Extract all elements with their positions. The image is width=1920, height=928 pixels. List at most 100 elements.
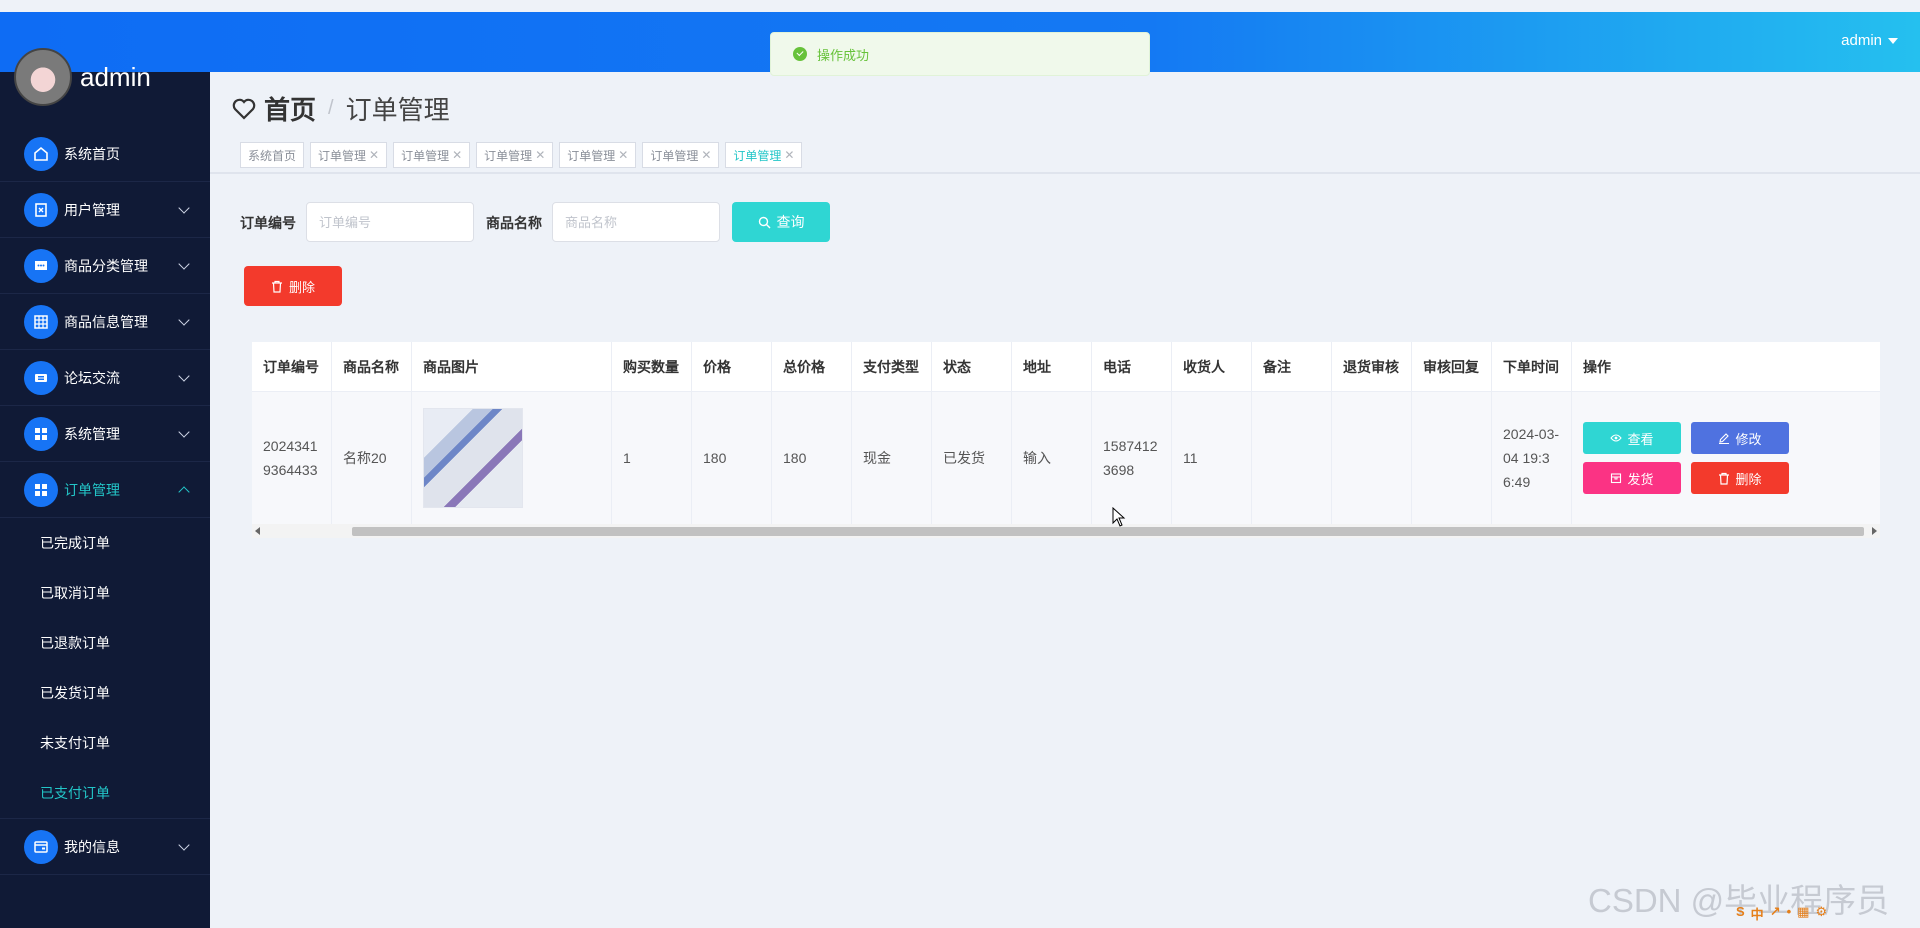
ime-settings-icon[interactable]: ⚙ xyxy=(1815,904,1827,924)
tag-label: 系统首页 xyxy=(248,148,297,163)
tag-orders[interactable]: 订单管理 ✕ xyxy=(310,142,388,168)
divider xyxy=(210,172,1920,174)
scroll-right-icon[interactable] xyxy=(1872,527,1877,535)
submenu-item-completed[interactable]: 已完成订单 xyxy=(0,518,210,568)
sidebar-item-category[interactable]: 商品分类管理 xyxy=(0,238,210,294)
submenu-item-paid[interactable]: 已支付订单 xyxy=(0,768,210,818)
ime-keyboard-icon[interactable]: ▦ xyxy=(1797,904,1809,924)
ship-label: 发货 xyxy=(1627,471,1654,487)
sidebar-item-home[interactable]: 系统首页 xyxy=(0,126,210,182)
close-icon[interactable]: ✕ xyxy=(535,148,545,162)
sidebar-item-label: 论坛交流 xyxy=(64,369,120,386)
cell-remark xyxy=(1252,392,1332,524)
breadcrumb-home[interactable]: 首页 xyxy=(264,90,316,127)
close-icon[interactable]: ✕ xyxy=(452,148,462,162)
sidebar-item-forum[interactable]: 论坛交流 xyxy=(0,350,210,406)
sidebar-item-label: 系统首页 xyxy=(64,145,120,162)
sidebar-item-products[interactable]: 商品信息管理 xyxy=(0,294,210,350)
home-icon xyxy=(24,136,58,171)
tag-orders[interactable]: 订单管理 ✕ xyxy=(476,142,554,168)
product-name-input[interactable] xyxy=(552,202,720,242)
apps-icon xyxy=(24,416,58,451)
ime-moon-icon[interactable]: ↗ xyxy=(1770,904,1781,924)
tag-orders[interactable]: 订单管理 ✕ xyxy=(393,142,471,168)
chevron-up-icon xyxy=(178,486,190,498)
sidebar-item-my-info[interactable]: 我的信息 xyxy=(0,819,210,875)
card-icon xyxy=(24,829,58,864)
cell-quantity: 1 xyxy=(612,392,692,524)
table-header: 订单编号 商品名称 商品图片 购买数量 价格 总价格 支付类型 状态 地址 电话… xyxy=(252,342,1880,392)
ime-language[interactable]: 中 xyxy=(1751,904,1764,924)
orders-submenu: 已完成订单 已取消订单 已退款订单 已发货订单 未支付订单 已支付订单 xyxy=(0,518,210,819)
cell-total: 180 xyxy=(772,392,852,524)
ime-logo-icon[interactable]: S xyxy=(1736,904,1745,924)
column-header: 购买数量 xyxy=(612,342,692,391)
query-label: 查询 xyxy=(776,214,805,230)
ship-button[interactable]: 发货 xyxy=(1583,462,1681,494)
horizontal-scrollbar[interactable] xyxy=(252,524,1880,538)
sidebar-item-orders[interactable]: 订单管理 xyxy=(0,462,210,518)
submenu-item-unpaid[interactable]: 未支付订单 xyxy=(0,718,210,768)
submenu-item-refunded[interactable]: 已退款订单 xyxy=(0,618,210,668)
cell-price: 180 xyxy=(692,392,772,524)
trash-icon xyxy=(1719,472,1730,485)
order-no-input[interactable] xyxy=(306,202,474,242)
submenu-item-cancelled[interactable]: 已取消订单 xyxy=(0,568,210,618)
column-header: 收货人 xyxy=(1172,342,1252,391)
delete-button[interactable]: 删除 xyxy=(1691,462,1789,494)
cell-status: 已发货 xyxy=(932,392,1012,524)
chevron-down-icon xyxy=(178,202,190,214)
chevron-down-icon xyxy=(178,258,190,270)
avatar[interactable] xyxy=(14,48,72,106)
delete-label: 删除 xyxy=(1735,471,1762,487)
cell-product: 名称20 xyxy=(332,392,412,524)
view-button[interactable]: 查看 xyxy=(1583,422,1681,454)
chevron-down-icon xyxy=(178,426,190,438)
tag-label: 订单管理 xyxy=(318,148,367,163)
sidebar-item-label: 我的信息 xyxy=(64,838,120,855)
scroll-thumb[interactable] xyxy=(352,527,1864,536)
cell-review-reply xyxy=(1412,392,1492,524)
cell-time: 2024-03-04 19:36:49 xyxy=(1492,392,1572,524)
user-dropdown[interactable]: admin xyxy=(1841,32,1898,49)
cell-pay-type: 现金 xyxy=(852,392,932,524)
close-icon[interactable]: ✕ xyxy=(701,148,711,162)
product-image[interactable] xyxy=(423,408,523,508)
ime-punct-icon[interactable]: • xyxy=(1787,904,1792,924)
tag-orders[interactable]: 订单管理 ✕ xyxy=(559,142,637,168)
column-header: 商品名称 xyxy=(332,342,412,391)
chevron-down-icon xyxy=(178,314,190,326)
column-header: 备注 xyxy=(1252,342,1332,391)
submenu-item-shipped[interactable]: 已发货订单 xyxy=(0,668,210,718)
sidebar-item-label: 商品信息管理 xyxy=(64,313,148,330)
success-toast: 操作成功 xyxy=(770,32,1150,76)
eye-icon xyxy=(1610,434,1623,442)
column-header: 操作 xyxy=(1583,358,1611,375)
sidebar-item-users[interactable]: 用户管理 xyxy=(0,182,210,238)
sidebar-username: admin xyxy=(80,62,151,92)
ime-toolbar: S 中 ↗ • ▦ ⚙ xyxy=(1736,904,1827,924)
tag-label: 订单管理 xyxy=(484,148,533,163)
close-icon[interactable]: ✕ xyxy=(618,148,628,162)
close-icon[interactable]: ✕ xyxy=(784,148,794,162)
batch-delete-button[interactable]: 删除 xyxy=(244,266,342,306)
close-icon[interactable]: ✕ xyxy=(369,148,379,162)
table-row: 20243419364433 名称20 1 180 180 现金 已发货 输入 … xyxy=(252,392,1880,524)
column-header: 地址 xyxy=(1012,342,1092,391)
query-button[interactable]: 查询 xyxy=(732,202,830,242)
tag-orders-active[interactable]: 订单管理 ✕ xyxy=(725,142,803,168)
tag-home[interactable]: 系统首页 xyxy=(240,142,305,168)
column-header: 总价格 xyxy=(772,342,852,391)
tag-orders[interactable]: 订单管理 ✕ xyxy=(642,142,720,168)
cell-return-review xyxy=(1332,392,1412,524)
grid-icon xyxy=(24,304,58,339)
delete-label: 删除 xyxy=(288,279,315,295)
order-no-label: 订单编号 xyxy=(240,215,296,231)
scroll-left-icon[interactable] xyxy=(255,527,260,535)
heart-icon xyxy=(232,98,256,120)
chevron-down-icon xyxy=(178,370,190,382)
edit-button[interactable]: 修改 xyxy=(1691,422,1789,454)
edit-icon xyxy=(1719,433,1730,444)
tag-label: 订单管理 xyxy=(401,148,450,163)
sidebar-item-system[interactable]: 系统管理 xyxy=(0,406,210,462)
